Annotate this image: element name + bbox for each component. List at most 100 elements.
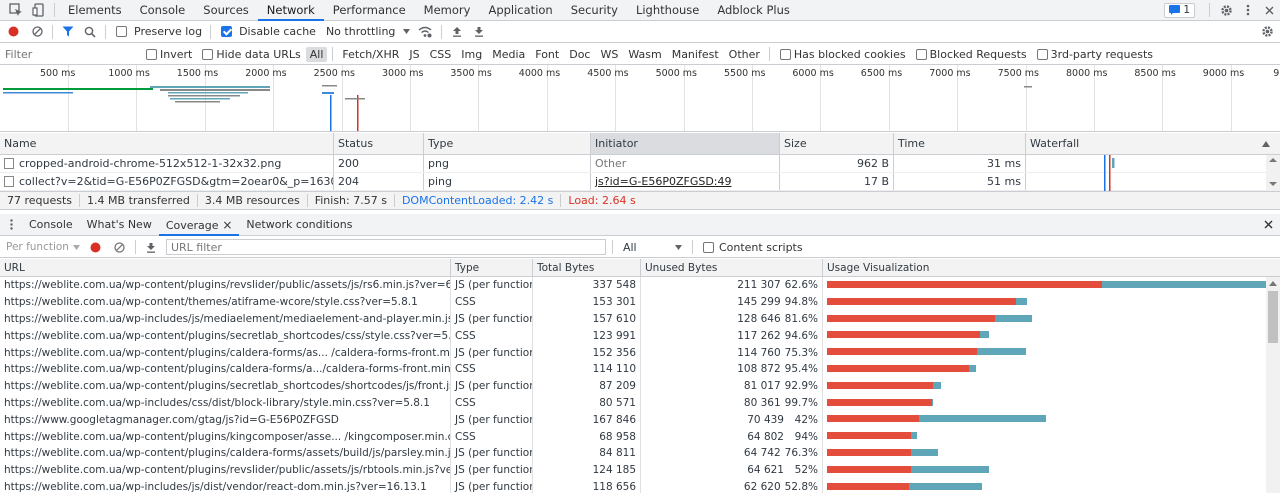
drawer-more-icon[interactable] [0,219,22,230]
drawer-tab-console[interactable]: Console [22,214,80,236]
blocked-requests-checkbox[interactable] [915,48,927,60]
per-function-select[interactable]: Per function [6,241,69,253]
column-type[interactable]: Type [450,259,532,276]
tab-security[interactable]: Security [562,0,627,21]
coverage-clear-icon[interactable] [109,241,131,253]
close-devtools-icon[interactable] [1258,6,1280,15]
network-settings-gear-icon[interactable] [1254,25,1280,38]
tab-elements[interactable]: Elements [59,0,131,21]
coverage-row[interactable]: https://weblite.com.ua/wp-content/plugin… [0,445,1266,462]
coverage-row[interactable]: https://weblite.com.ua/wp-includes/js/di… [0,478,1266,493]
filter-type-fetch-xhr[interactable]: Fetch/XHR [338,47,403,62]
export-download-icon[interactable] [140,242,162,253]
device-toolbar-icon[interactable] [28,0,50,21]
inspect-element-icon[interactable] [4,0,28,21]
coverage-row[interactable]: https://weblite.com.ua/wp-content/plugin… [0,361,1266,378]
coverage-row[interactable]: https://weblite.com.ua/wp-includes/js/me… [0,310,1266,328]
disable-cache-checkbox[interactable] [221,26,233,37]
tab-sources[interactable]: Sources [194,0,258,21]
filter-funnel-icon[interactable] [57,26,79,37]
tab-performance[interactable]: Performance [324,0,415,21]
filter-type-media[interactable]: Media [488,47,529,62]
search-icon[interactable] [79,26,101,38]
column-name[interactable]: Name [0,133,333,154]
preserve-log-checkbox[interactable] [116,26,127,37]
record-icon[interactable] [0,26,26,37]
request-table-scrollbar[interactable] [1266,155,1280,191]
close-tab-icon[interactable]: × [219,218,232,232]
throttling-select[interactable]: No throttling [326,25,395,38]
coverage-scrollbar[interactable] [1266,277,1280,493]
invert-checkbox[interactable] [146,48,157,60]
column-size[interactable]: Size [779,133,893,154]
column-type[interactable]: Type [423,133,590,154]
coverage-record-icon[interactable] [83,242,109,253]
close-drawer-icon[interactable] [1256,220,1280,229]
network-conditions-wifi-icon[interactable] [413,26,437,38]
coverage-row[interactable]: https://weblite.com.ua/wp-content/themes… [0,293,1266,311]
issues-badge[interactable]: 1 [1164,2,1195,18]
tab-lighthouse[interactable]: Lighthouse [627,0,708,21]
filter-type-ws[interactable]: WS [596,47,622,62]
used-bytes-bar [932,381,941,389]
chevron-down-icon[interactable] [399,29,413,34]
filter-type-other[interactable]: Other [725,47,764,62]
blocked-cookies-checkbox[interactable] [779,48,791,60]
request-cell-initiator[interactable]: js?id=G-E56P0ZFGSD:49 [590,173,779,190]
export-har-download-icon[interactable] [468,26,490,37]
drawer-tab-coverage[interactable]: Coverage × [158,214,240,236]
column-url[interactable]: URL [0,259,450,276]
drawer-tab-network-conditions[interactable]: Network conditions [239,214,359,236]
request-cell-name: cropped-android-chrome-512x512-1-32x32.p… [0,155,333,172]
filter-type-font[interactable]: Font [531,47,563,62]
filter-input[interactable] [0,45,140,63]
type-filter-select[interactable]: All [623,241,675,254]
column-time[interactable]: Time [893,133,1025,154]
request-time-text: 51 ms [987,175,1021,188]
filter-type-all[interactable]: All [305,46,328,62]
request-cell-type: png [423,155,590,172]
url-filter-input[interactable] [165,239,606,255]
tab-console[interactable]: Console [131,0,195,21]
drawer-tab-what-s-new[interactable]: What's New [80,214,159,236]
network-overview-timeline[interactable]: 500 ms 1000 ms 1500 ms 2000 ms 2500 ms 3000 m… [0,65,1280,132]
settings-gear-icon[interactable] [1214,4,1238,17]
filter-type-doc[interactable]: Doc [565,47,594,62]
coverage-row[interactable]: https://weblite.com.ua/wp-content/plugin… [0,461,1266,479]
import-har-upload-icon[interactable] [446,26,468,37]
third-party-checkbox[interactable] [1036,48,1048,60]
unused-percent: 76.3% [784,447,818,460]
coverage-row[interactable]: https://weblite.com.ua/wp-content/plugin… [0,344,1266,361]
coverage-row[interactable]: https://weblite.com.ua/wp-content/plugin… [0,428,1266,445]
coverage-row[interactable]: https://weblite.com.ua/wp-content/plugin… [0,277,1266,294]
filter-type-css[interactable]: CSS [426,47,456,62]
tab-memory[interactable]: Memory [415,0,480,21]
filter-type-wasm[interactable]: Wasm [624,47,665,62]
column-total-bytes[interactable]: Total Bytes [532,259,640,276]
tab-network[interactable]: Network [257,0,324,21]
coverage-row[interactable]: https://weblite.com.ua/wp-includes/css/d… [0,394,1266,412]
coverage-row[interactable]: https://www.googletagmanager.com/gtag/js… [0,411,1266,429]
hide-data-urls-checkbox[interactable] [202,48,214,60]
filter-type-img[interactable]: Img [457,47,486,62]
third-party-label: 3rd-party requests [1050,47,1154,61]
coverage-url: https://weblite.com.ua/wp-content/plugin… [4,346,450,359]
clear-icon[interactable] [26,26,48,37]
coverage-unused: 81 017 92.9% [640,377,822,395]
scrollbar-thumb[interactable] [1268,291,1278,343]
column-waterfall[interactable]: Waterfall [1025,133,1280,154]
column-initiator[interactable]: Initiator [590,133,779,154]
column-usage-visualization[interactable]: Usage Visualization [822,259,1280,276]
filter-type-manifest[interactable]: Manifest [668,47,723,62]
filter-type-js[interactable]: JS [405,47,423,62]
tab-application[interactable]: Application [479,0,561,21]
file-icon [4,176,14,187]
coverage-row[interactable]: https://weblite.com.ua/wp-content/plugin… [0,327,1266,345]
column-unused-bytes[interactable]: Unused Bytes [640,259,822,276]
coverage-row[interactable]: https://weblite.com.ua/wp-content/plugin… [0,377,1266,395]
tab-adblock-plus[interactable]: Adblock Plus [708,0,799,21]
column-status[interactable]: Status [333,133,423,154]
more-options-icon[interactable] [1238,4,1258,16]
content-scripts-checkbox[interactable] [702,241,714,253]
request-table-header: Name Status Type Initiator Size Time Wat… [0,133,1280,155]
